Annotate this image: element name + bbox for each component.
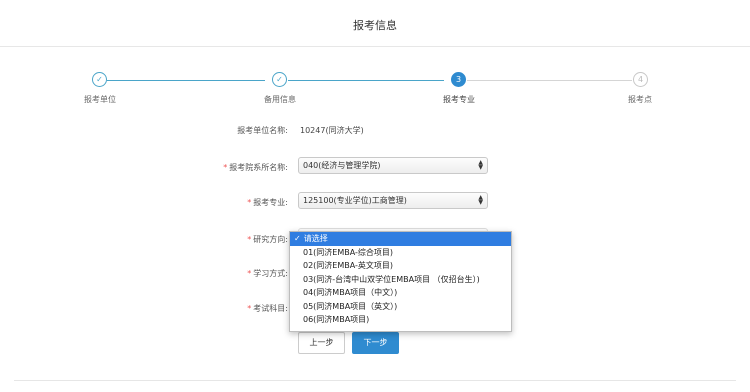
step-1-check-icon: ✓ <box>92 72 107 87</box>
study-mode-label-row: * 学习方式: <box>168 268 288 279</box>
direction-label-row: * 研究方向: <box>168 234 288 245</box>
direction-option[interactable]: 02(同济EMBA-英文项目) <box>290 259 511 273</box>
step-2-check-icon: ✓ <box>272 72 287 87</box>
major-label: 报考专业: <box>253 198 288 207</box>
major-select-value: 125100(专业学位)工商管理) <box>303 196 407 205</box>
unit-label: 报考单位名称: <box>237 126 288 135</box>
select-arrows-icon: ▲ ▼ <box>478 194 483 206</box>
required-star: * <box>223 163 228 172</box>
step-connector-2 <box>288 80 444 81</box>
prev-step-button[interactable]: 上一步 <box>298 332 345 354</box>
page-header: 报考信息 <box>0 0 750 47</box>
required-star: * <box>247 269 252 278</box>
direction-dropdown-list[interactable]: ✓ 请选择 01(同济EMBA-综合项目) 02(同济EMBA-英文项目) 03(… <box>289 231 512 332</box>
next-step-button[interactable]: 下一步 <box>352 332 399 354</box>
step-1-label: 报考单位 <box>84 95 116 104</box>
step-4-number: 4 <box>633 72 648 87</box>
required-star: * <box>247 198 252 207</box>
exam-subject-label: 考试科目: <box>253 304 288 313</box>
direction-option[interactable]: ✓ 请选择 <box>290 232 511 246</box>
step-3-number: 3 <box>451 72 466 87</box>
direction-label: 研究方向: <box>253 235 288 244</box>
step-2-label: 备用信息 <box>264 95 296 104</box>
step-4-label: 报考点 <box>628 95 652 104</box>
footer-divider <box>14 380 736 381</box>
department-select[interactable]: 040(经济与管理学院) ▲ ▼ <box>298 157 488 174</box>
exam-subject-label-row: * 考试科目: <box>168 303 288 314</box>
step-connector-3 <box>467 80 632 81</box>
page-title: 报考信息 <box>353 19 397 32</box>
department-label-row: * 报考院系所名称: <box>168 162 288 173</box>
checkmark-icon: ✓ <box>294 234 301 243</box>
direction-option[interactable]: 04(同济MBA项目（中文）) <box>290 286 511 300</box>
select-arrows-icon: ▲ ▼ <box>478 159 483 171</box>
unit-value: 10247(同济大学) <box>300 126 364 135</box>
direction-option[interactable]: 05(同济MBA项目（英文）) <box>290 300 511 314</box>
department-select-value: 040(经济与管理学院) <box>303 161 381 170</box>
study-mode-label: 学习方式: <box>253 269 288 278</box>
required-star: * <box>247 304 252 313</box>
major-select[interactable]: 125100(专业学位)工商管理) ▲ ▼ <box>298 192 488 209</box>
department-label: 报考院系所名称: <box>229 163 288 172</box>
required-star: * <box>247 235 252 244</box>
direction-option[interactable]: 06(同济MBA项目) <box>290 313 511 327</box>
major-label-row: * 报考专业: <box>168 197 288 208</box>
direction-option[interactable]: 03(同济-台湾中山双学位EMBA项目 （仅招台生）) <box>290 273 511 287</box>
step-connector-1 <box>107 80 265 81</box>
direction-option[interactable]: 01(同济EMBA-综合项目) <box>290 246 511 260</box>
step-3-label: 报考专业 <box>443 95 475 104</box>
